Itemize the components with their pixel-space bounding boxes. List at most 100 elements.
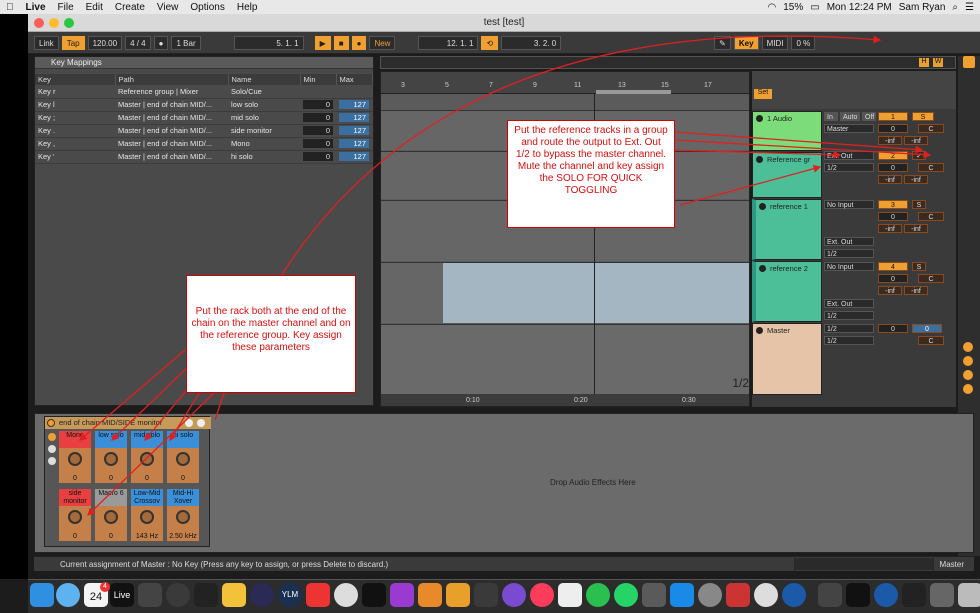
chain-icon[interactable] bbox=[48, 433, 56, 441]
new-button[interactable]: New bbox=[369, 35, 396, 50]
monitor-auto-button[interactable]: Auto bbox=[840, 112, 860, 121]
time-signature[interactable]: 4 / 4 bbox=[125, 35, 151, 50]
finder-icon[interactable] bbox=[30, 583, 54, 607]
volume-field[interactable]: 0 bbox=[878, 212, 908, 221]
menu-app[interactable]: Live bbox=[20, 2, 52, 13]
menu-help[interactable]: Help bbox=[231, 2, 264, 13]
track-name[interactable]: Reference gr bbox=[753, 153, 821, 164]
track-activator[interactable]: 3 bbox=[878, 200, 908, 209]
menu-view[interactable]: View bbox=[151, 2, 185, 13]
battery-text[interactable]: 15% bbox=[783, 2, 803, 13]
close-icon[interactable] bbox=[34, 18, 44, 28]
table-row[interactable]: Key ' Master | end of chain MID/... hi sol… bbox=[35, 150, 373, 164]
volume-field[interactable]: 0 bbox=[878, 274, 908, 283]
photos-icon[interactable] bbox=[558, 583, 582, 607]
macro-toggle-icon[interactable] bbox=[48, 457, 56, 465]
table-row[interactable]: Key r Reference group | Mixer Solo/Cue bbox=[35, 85, 373, 99]
battery-icon[interactable]: ▭ bbox=[810, 2, 819, 13]
track-name[interactable]: reference 1 bbox=[756, 200, 821, 211]
track-name[interactable]: Master bbox=[753, 324, 821, 335]
audio-clip[interactable] bbox=[443, 263, 749, 323]
lane-reference-2[interactable] bbox=[381, 262, 749, 323]
apple-icon[interactable]:  bbox=[0, 2, 20, 13]
pan-field[interactable]: C bbox=[918, 124, 944, 133]
max-field[interactable]: 127 bbox=[339, 139, 369, 148]
table-row[interactable]: Key l Master | end of chain MID/... low so… bbox=[35, 98, 373, 112]
solo-button[interactable]: S bbox=[912, 262, 926, 271]
macro-3[interactable]: mid solo 0 bbox=[131, 431, 163, 483]
app-icon[interactable] bbox=[874, 583, 898, 607]
downloads-icon[interactable] bbox=[818, 583, 842, 607]
macro-7[interactable]: Low-Mid Crossov 143 Hz bbox=[131, 489, 163, 541]
output-select[interactable]: Ext. Out bbox=[824, 299, 874, 308]
clock[interactable]: Mon 12:24 PM bbox=[827, 2, 892, 13]
piano-icon[interactable] bbox=[846, 583, 870, 607]
lane-master[interactable]: 1/2 bbox=[381, 324, 749, 394]
app-icon[interactable] bbox=[166, 583, 190, 607]
pan-field[interactable]: C bbox=[918, 336, 944, 345]
input-select[interactable]: No Input bbox=[824, 262, 874, 271]
volume-field[interactable]: 0 bbox=[878, 124, 908, 133]
volume-field[interactable]: 0 bbox=[878, 324, 908, 333]
wifi-icon[interactable]: ◠ bbox=[767, 2, 776, 13]
macro-1[interactable]: Mono 0 bbox=[59, 431, 91, 483]
pan-field[interactable]: C bbox=[918, 274, 944, 283]
app-icon[interactable] bbox=[250, 583, 274, 607]
search-icon[interactable]: ⌕ bbox=[952, 2, 958, 13]
table-row[interactable]: Key ; Master | end of chain MID/... mid so… bbox=[35, 111, 373, 125]
trash-icon[interactable] bbox=[958, 583, 980, 607]
time-ruler[interactable]: 0:10 0:20 0:30 bbox=[381, 394, 749, 406]
solo-button[interactable]: ✓ bbox=[912, 151, 926, 160]
app-icon[interactable] bbox=[194, 583, 218, 607]
pan-field[interactable]: C bbox=[918, 212, 944, 221]
macro-5[interactable]: side monitor 0 bbox=[59, 489, 91, 541]
track-reference-1[interactable]: reference 1 bbox=[752, 199, 822, 260]
link-button[interactable]: Link bbox=[34, 35, 59, 50]
metronome-icon[interactable]: ● bbox=[153, 35, 169, 50]
safari-icon[interactable] bbox=[56, 583, 80, 607]
track-activator[interactable]: 2 bbox=[878, 151, 908, 160]
app-icon[interactable] bbox=[418, 583, 442, 607]
knob-icon[interactable] bbox=[176, 510, 190, 524]
app-icon[interactable] bbox=[474, 583, 498, 607]
io-toggle-icon[interactable] bbox=[963, 342, 973, 352]
max-field[interactable]: 127 bbox=[339, 152, 369, 161]
output-channel-select[interactable]: 1/2 bbox=[824, 336, 874, 345]
play-icon[interactable]: ▶ bbox=[314, 35, 331, 50]
max-field[interactable]: 127 bbox=[339, 100, 369, 109]
track-master[interactable]: Master bbox=[752, 323, 822, 395]
mixer-toggle-icon[interactable] bbox=[963, 370, 973, 380]
audio-effect-rack[interactable]: end of chain MID/SIDE monitor Mono 0 low s… bbox=[44, 416, 211, 547]
power-icon[interactable] bbox=[47, 419, 55, 427]
menu-list-icon[interactable]: ☰ bbox=[965, 2, 974, 13]
whatsapp-icon[interactable] bbox=[614, 583, 638, 607]
arrangement-position[interactable]: 5. 1. 1 bbox=[233, 35, 304, 50]
music-icon[interactable] bbox=[530, 583, 554, 607]
cue-volume-field[interactable]: 0 bbox=[912, 324, 942, 333]
app-icon[interactable] bbox=[362, 583, 386, 607]
input-select[interactable]: No Input bbox=[824, 200, 874, 209]
track-activator[interactable]: 4 bbox=[878, 262, 908, 271]
knob-icon[interactable] bbox=[176, 452, 190, 466]
set-button[interactable]: Set bbox=[754, 89, 772, 99]
app-icon[interactable] bbox=[754, 583, 778, 607]
macro-4[interactable]: hi solo 0 bbox=[167, 431, 199, 483]
tap-button[interactable]: Tap bbox=[61, 35, 85, 50]
live-icon[interactable]: Live bbox=[110, 583, 134, 607]
min-field[interactable]: 0 bbox=[303, 113, 333, 122]
track-name[interactable]: reference 2 bbox=[756, 262, 821, 273]
app-icon[interactable] bbox=[446, 583, 470, 607]
minimize-icon[interactable] bbox=[49, 18, 59, 28]
solo-button[interactable]: S bbox=[912, 112, 934, 121]
menu-icon[interactable] bbox=[963, 56, 975, 68]
ylm-icon[interactable]: YLM bbox=[278, 583, 302, 607]
tempo-field[interactable]: 120.00 bbox=[87, 35, 123, 50]
col-min[interactable]: Min bbox=[300, 74, 337, 85]
knob-icon[interactable] bbox=[68, 510, 82, 524]
table-row[interactable]: Key , Master | end of chain MID/... Mono 0 1… bbox=[35, 137, 373, 151]
settings-icon[interactable] bbox=[698, 583, 722, 607]
input-channel-select[interactable]: 1/2 bbox=[824, 324, 874, 333]
volume-field[interactable]: 0 bbox=[878, 163, 908, 172]
min-field[interactable]: 0 bbox=[303, 152, 333, 161]
menu-options[interactable]: Options bbox=[184, 2, 230, 13]
